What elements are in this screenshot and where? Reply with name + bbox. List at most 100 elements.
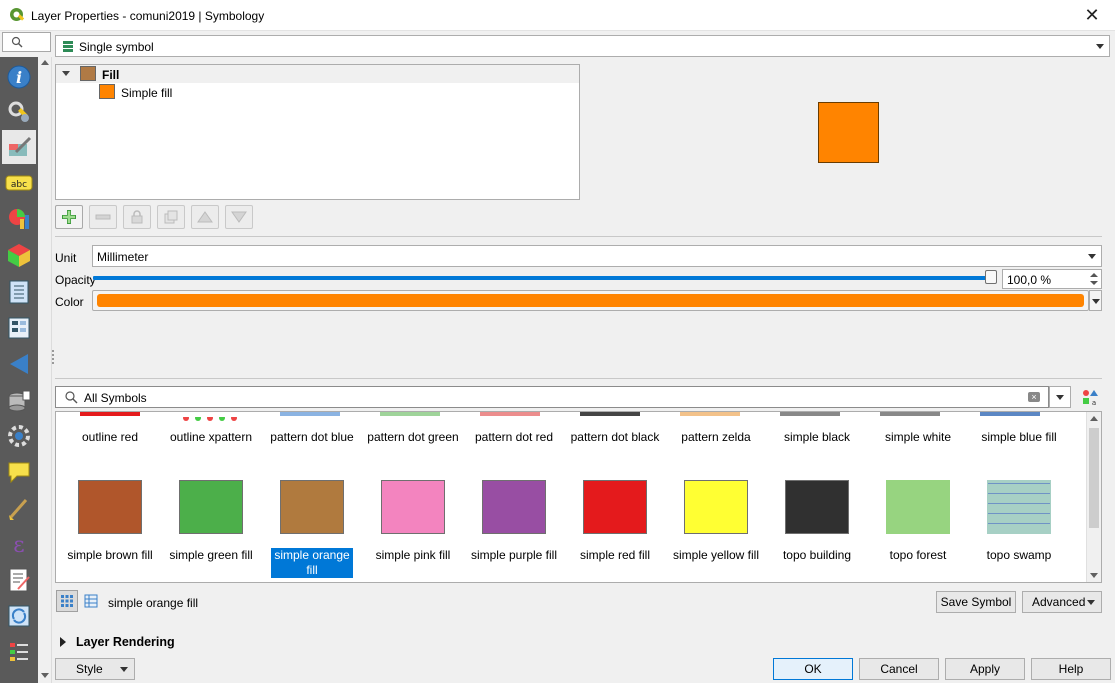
nav-search-input[interactable] xyxy=(2,32,51,52)
symbol-item[interactable]: simple purple fill xyxy=(464,480,564,563)
svg-text:i: i xyxy=(16,68,22,87)
move-down-button[interactable] xyxy=(225,205,253,229)
help-button[interactable]: Help xyxy=(1031,658,1111,680)
grid-scrollbar[interactable] xyxy=(1086,412,1101,582)
chevron-down-icon xyxy=(1056,395,1064,400)
symbol-layer-tree[interactable]: Fill Simple fill xyxy=(55,64,580,200)
symbol-item[interactable]: topo swamp xyxy=(969,480,1069,563)
symbol-item[interactable]: pattern zelda xyxy=(666,430,766,445)
title-bar: Layer Properties - comuni2019 | Symbolog… xyxy=(0,0,1115,31)
clear-icon[interactable]: × xyxy=(1028,392,1040,402)
plus-icon xyxy=(62,210,76,224)
rendering-icon[interactable] xyxy=(2,491,36,525)
fields-icon[interactable] xyxy=(2,275,36,309)
renderer-combo[interactable]: Single symbol xyxy=(55,35,1110,57)
variables-icon[interactable]: ε xyxy=(2,527,36,561)
duplicate-layer-button[interactable] xyxy=(157,205,185,229)
metadata-icon[interactable] xyxy=(2,563,36,597)
style-manager-icon[interactable]: a xyxy=(1081,388,1099,406)
scroll-down-icon[interactable] xyxy=(1090,573,1098,578)
symbol-item[interactable]: simple yellow fill xyxy=(666,480,766,563)
symbol-item[interactable]: topo forest xyxy=(868,480,968,563)
labels-icon[interactable]: abc xyxy=(2,166,36,200)
opacity-slider[interactable] xyxy=(93,276,993,280)
lock-icon xyxy=(131,210,143,224)
color-button[interactable] xyxy=(92,290,1089,311)
information-icon[interactable]: i xyxy=(2,60,36,94)
unit-value: Millimeter xyxy=(97,250,149,264)
symbology-icon[interactable] xyxy=(2,130,36,164)
3d-view-icon[interactable] xyxy=(2,238,36,272)
actions-icon[interactable] xyxy=(2,419,36,453)
simple-fill-swatch xyxy=(99,84,115,99)
symbol-group-dropdown[interactable] xyxy=(1049,386,1071,408)
symbol-item[interactable]: pattern dot green xyxy=(363,430,463,445)
symbol-item[interactable]: topo building xyxy=(767,480,867,563)
nav-scrollbar[interactable] xyxy=(38,57,52,683)
symbol-item[interactable]: simple green fill xyxy=(161,480,261,563)
dependencies-icon[interactable] xyxy=(2,599,36,633)
tree-row-simple-fill[interactable]: Simple fill xyxy=(56,84,579,102)
list-view-button[interactable] xyxy=(80,590,102,612)
chevron-down-icon xyxy=(1092,299,1100,304)
opacity-slider-handle[interactable] xyxy=(985,270,997,284)
ok-button[interactable]: OK xyxy=(773,658,853,680)
tree-row-fill[interactable]: Fill xyxy=(56,65,579,83)
remove-layer-button[interactable] xyxy=(89,205,117,229)
symbol-label: simple white xyxy=(884,430,952,444)
spin-up-icon[interactable] xyxy=(1090,273,1098,277)
collapse-icon[interactable] xyxy=(62,71,70,76)
source-icon[interactable] xyxy=(2,95,36,129)
attributes-form-icon[interactable] xyxy=(2,311,36,345)
symbol-peek xyxy=(180,412,240,421)
expand-icon[interactable] xyxy=(60,637,66,647)
spin-down-icon[interactable] xyxy=(1090,281,1098,285)
symbol-item[interactable]: simple brown fill xyxy=(60,480,160,563)
icon-view-button[interactable] xyxy=(56,590,78,612)
scroll-down-icon[interactable] xyxy=(41,673,49,678)
layer-rendering-section[interactable]: Layer Rendering xyxy=(76,635,175,649)
apply-button[interactable]: Apply xyxy=(945,658,1025,680)
joins-icon[interactable] xyxy=(2,347,36,381)
symbol-label: simple red fill xyxy=(579,548,651,562)
unit-combo[interactable]: Millimeter xyxy=(92,245,1102,267)
scroll-thumb[interactable] xyxy=(1089,428,1099,528)
color-menu-button[interactable] xyxy=(1089,290,1102,311)
display-icon[interactable] xyxy=(2,455,36,489)
cancel-button[interactable]: Cancel xyxy=(859,658,939,680)
symbol-item[interactable]: outline xpattern xyxy=(161,430,261,445)
add-layer-button[interactable] xyxy=(55,205,83,229)
move-up-button[interactable] xyxy=(191,205,219,229)
style-button[interactable]: Style xyxy=(55,658,135,680)
symbol-item[interactable]: pattern dot red xyxy=(464,430,564,445)
symbol-label: simple yellow fill xyxy=(672,548,760,562)
symbol-item[interactable]: simple orange fill xyxy=(262,480,362,578)
splitter-handle[interactable] xyxy=(52,350,54,364)
scroll-up-icon[interactable] xyxy=(41,60,49,65)
symbol-search-input[interactable]: All Symbols × xyxy=(55,386,1049,408)
save-symbol-button[interactable]: Save Symbol xyxy=(936,591,1016,613)
lock-layer-button[interactable] xyxy=(123,205,151,229)
color-swatch xyxy=(97,294,1084,307)
svg-text:abc: abc xyxy=(11,180,27,190)
symbol-item[interactable]: simple pink fill xyxy=(363,480,463,563)
opacity-spinbox[interactable]: 100,0 % xyxy=(1002,269,1102,289)
search-icon xyxy=(65,391,78,404)
legend-icon[interactable] xyxy=(2,635,36,669)
chevron-down-icon xyxy=(120,667,128,672)
symbol-item[interactable]: pattern dot blue xyxy=(262,430,362,445)
advanced-button[interactable]: Advanced xyxy=(1022,591,1102,613)
scroll-up-icon[interactable] xyxy=(1090,416,1098,421)
arrow-down-icon xyxy=(231,211,247,223)
symbol-item[interactable]: simple black xyxy=(767,430,867,445)
close-button[interactable]: ✕ xyxy=(1069,0,1115,31)
auxiliary-storage-icon[interactable] xyxy=(2,384,36,418)
symbol-item[interactable]: simple red fill xyxy=(565,480,665,563)
symbol-item[interactable]: simple white xyxy=(868,430,968,445)
symbol-grid[interactable]: outline red outline xpattern pattern dot b… xyxy=(55,411,1102,583)
symbol-item[interactable]: outline red xyxy=(60,430,160,445)
diagrams-icon[interactable] xyxy=(2,201,36,235)
symbol-peek xyxy=(680,412,740,416)
symbol-item[interactable]: simple blue fill xyxy=(969,430,1069,445)
symbol-item[interactable]: pattern dot black xyxy=(565,430,665,445)
